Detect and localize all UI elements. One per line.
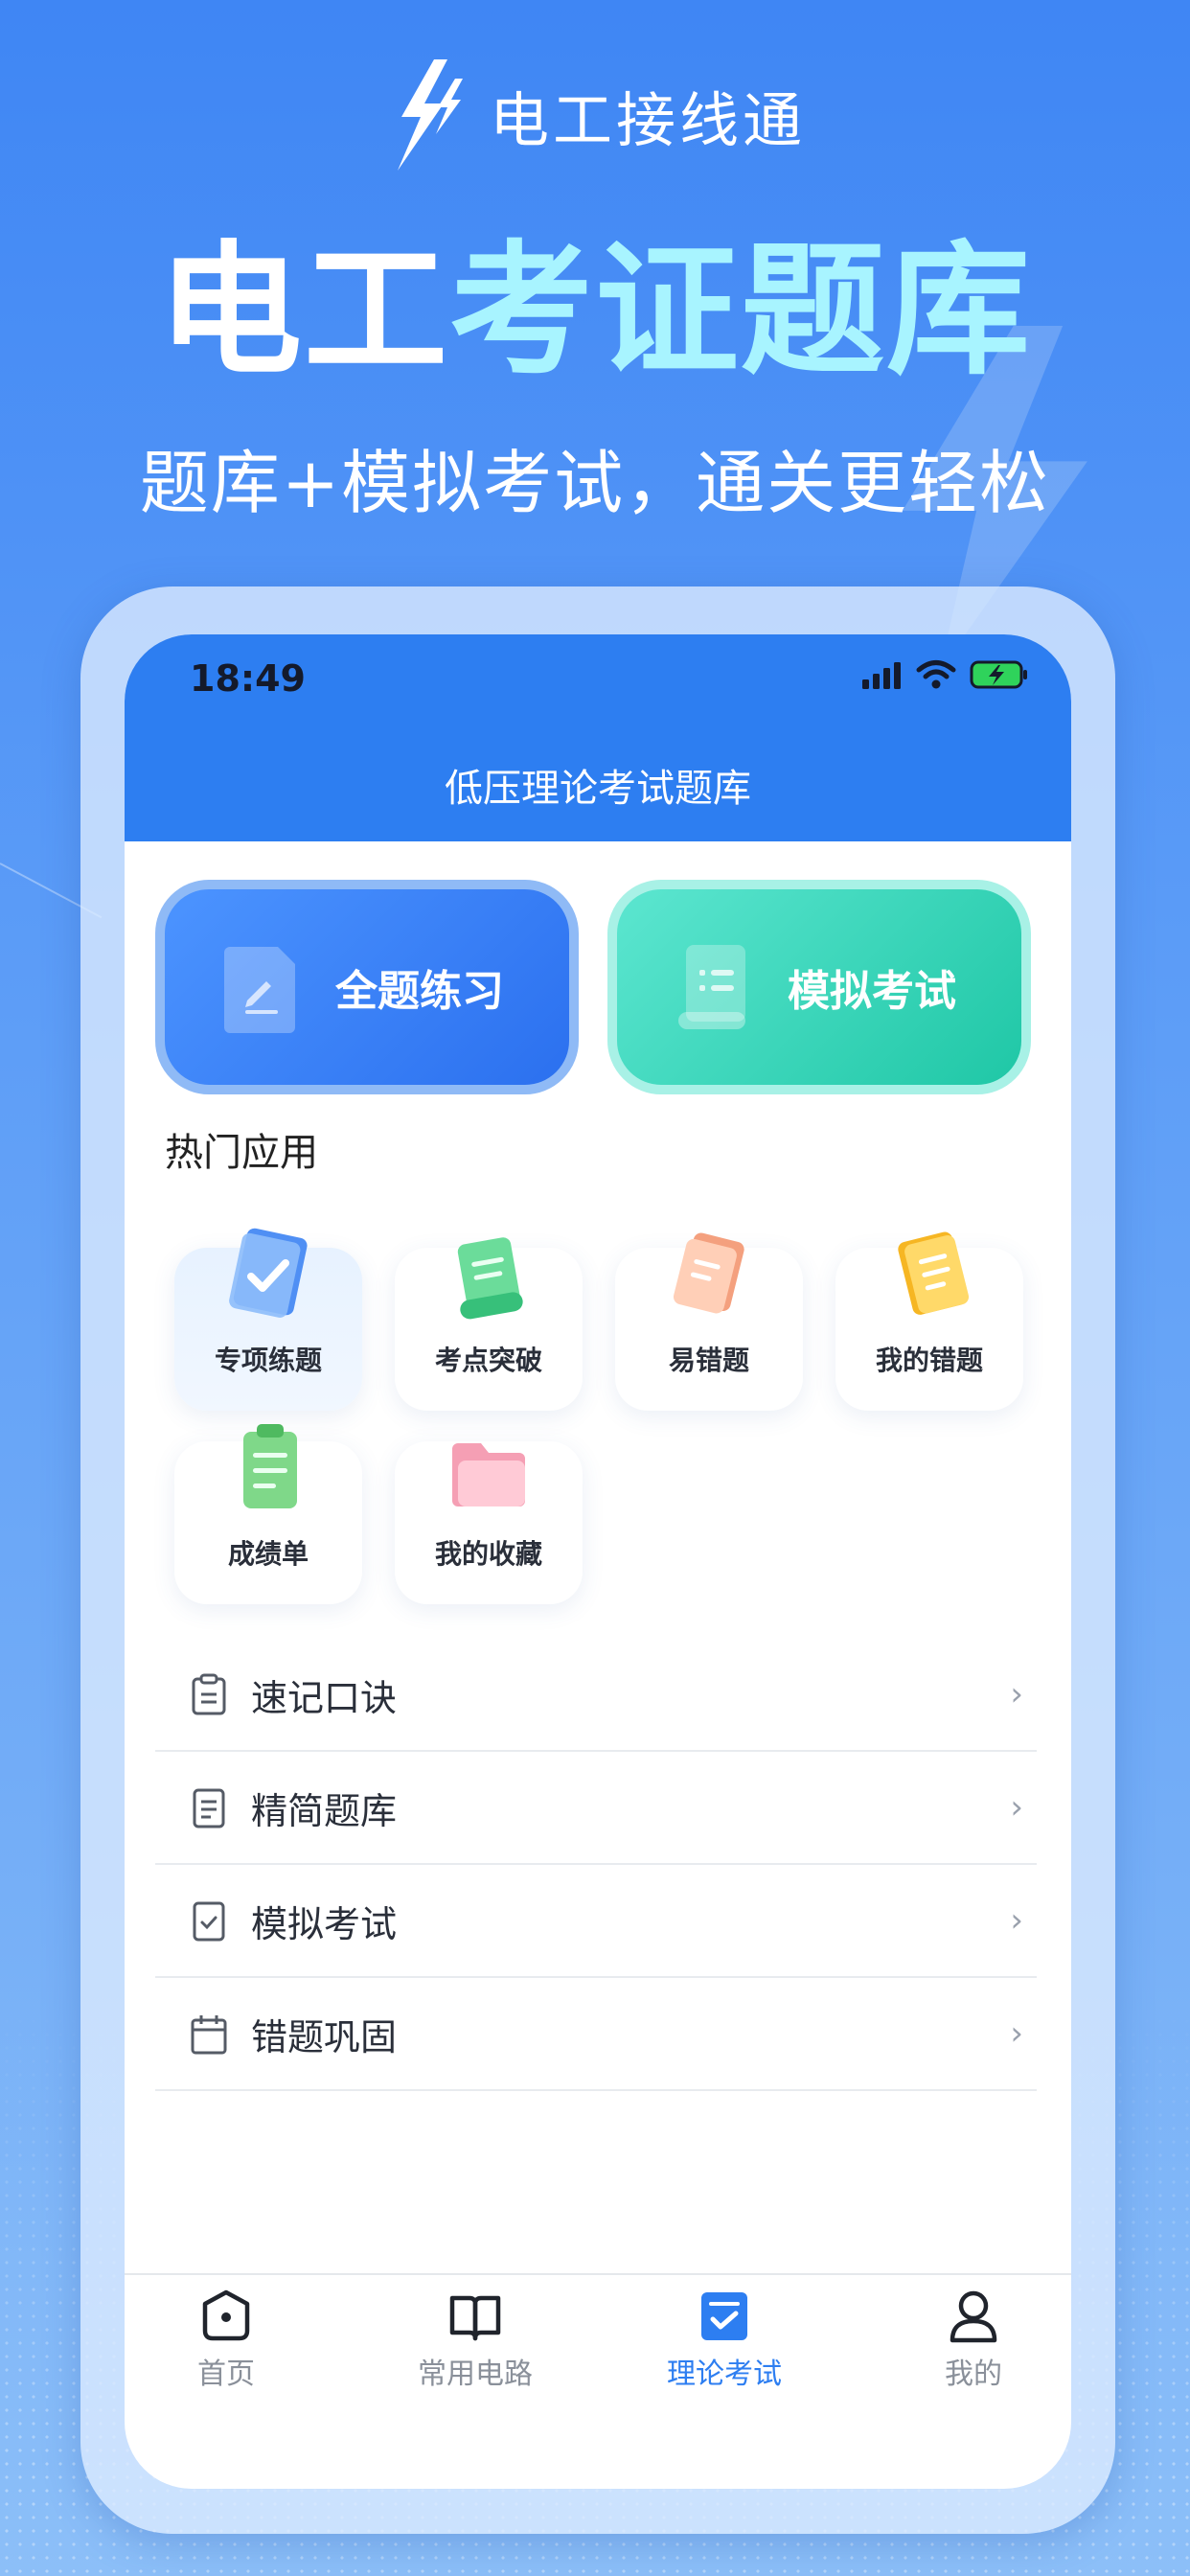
exam-icon <box>701 2292 747 2340</box>
list-item-mnemonics[interactable]: 速记口诀 › <box>155 1639 1037 1752</box>
headline-cyan: 考证题库 <box>449 228 1033 395</box>
list-label: 精简题库 <box>251 1789 398 1832</box>
scroll-list-icon <box>678 945 745 1029</box>
home-icon <box>202 2289 250 2341</box>
clipboard-check-icon <box>229 1228 308 1318</box>
page-title: 低压理论考试题库 <box>445 767 751 811</box>
app-tile-report-card[interactable]: 成绩单 <box>174 1424 362 1604</box>
folder-icon <box>452 1443 525 1506</box>
chevron-right-icon: › <box>1010 1675 1023 1714</box>
status-icons <box>860 659 1029 690</box>
chevron-right-icon: › <box>1010 1901 1023 1940</box>
top-bar: 18:49 低压理论考试题库 <box>125 634 1071 841</box>
app-tile-my-mistakes[interactable]: 我的错题 <box>835 1231 1023 1411</box>
app-label: 易错题 <box>668 1345 749 1376</box>
tab-home[interactable]: 首页 <box>130 2288 322 2392</box>
status-time: 18:49 <box>190 657 306 700</box>
app-label: 我的错题 <box>875 1345 983 1376</box>
lightning-logo-icon <box>397 59 463 171</box>
phone-screen: 18:49 低压理论考试题库 全题练习 模拟考试 热门应用 专项练题 考点突破 … <box>125 634 1071 2489</box>
report-icon <box>243 1424 297 1508</box>
full-practice-button[interactable]: 全题练习 <box>155 880 579 1094</box>
document-icon <box>193 1788 225 1828</box>
tab-label: 我的 <box>945 2358 1002 2391</box>
app-tile-topic-practice[interactable]: 专项练题 <box>174 1228 362 1411</box>
calendar-icon <box>191 2015 227 2055</box>
tab-theory-exam[interactable]: 理论考试 <box>629 2288 820 2392</box>
app-label: 成绩单 <box>227 1538 309 1570</box>
list-label: 模拟考试 <box>251 1902 398 1945</box>
list-item-mistake-review[interactable]: 错题巩固 › <box>155 1978 1037 2091</box>
tab-label: 常用电路 <box>418 2358 533 2391</box>
bottom-tab-bar: 首页 常用电路 理论考试 我的 <box>125 2273 1071 2419</box>
list-label: 速记口诀 <box>251 1676 398 1719</box>
headline-white: 电工 <box>157 228 449 395</box>
tab-common-circuits[interactable]: 常用电路 <box>379 2288 571 2392</box>
notebook-icon <box>898 1231 970 1315</box>
battery-icon <box>970 660 1027 689</box>
list-label: 错题巩固 <box>251 2015 398 2058</box>
user-icon <box>950 2290 997 2343</box>
subline: 题库+模拟考试，通关更轻松 <box>139 443 1051 523</box>
app-label: 考点突破 <box>434 1345 542 1376</box>
list-item-condensed-bank[interactable]: 精简题库 › <box>155 1752 1037 1865</box>
tab-me[interactable]: 我的 <box>878 2288 1069 2392</box>
signal-icon <box>862 662 901 689</box>
list-item-mock-exam[interactable]: 模拟考试 › <box>155 1865 1037 1978</box>
headline: 电工考证题库 <box>0 240 1190 383</box>
app-label: 我的收藏 <box>434 1538 542 1570</box>
mock-exam-button[interactable]: 模拟考试 <box>607 880 1031 1094</box>
document-edit-icon <box>224 947 295 1033</box>
hot-apps-title: 热门应用 <box>165 1131 318 1175</box>
feature-list: 速记口诀 › 精简题库 › 模拟考试 › 错题巩固 › <box>155 1639 1037 2091</box>
brand-header: 电工接线通 <box>0 58 1190 172</box>
paper-icon <box>673 1232 744 1314</box>
tab-label: 首页 <box>197 2358 255 2391</box>
wifi-icon <box>916 660 956 689</box>
app-tile-key-points[interactable]: 考点突破 <box>395 1237 583 1411</box>
full-practice-label: 全题练习 <box>335 967 504 1016</box>
chevron-right-icon: › <box>1010 1788 1023 1827</box>
app-tile-error-prone[interactable]: 易错题 <box>615 1232 803 1411</box>
app-name: 电工接线通 <box>489 85 806 155</box>
mock-exam-label: 模拟考试 <box>788 967 956 1016</box>
app-tile-my-favorites[interactable]: 我的收藏 <box>395 1441 583 1604</box>
chevron-right-icon: › <box>1010 2014 1023 2053</box>
tab-label: 理论考试 <box>667 2358 782 2391</box>
check-document-icon <box>193 1901 225 1942</box>
book-icon <box>449 2295 501 2341</box>
app-label: 专项练题 <box>214 1345 322 1376</box>
scroll-icon <box>457 1237 523 1320</box>
clipboard-icon <box>192 1673 226 1715</box>
